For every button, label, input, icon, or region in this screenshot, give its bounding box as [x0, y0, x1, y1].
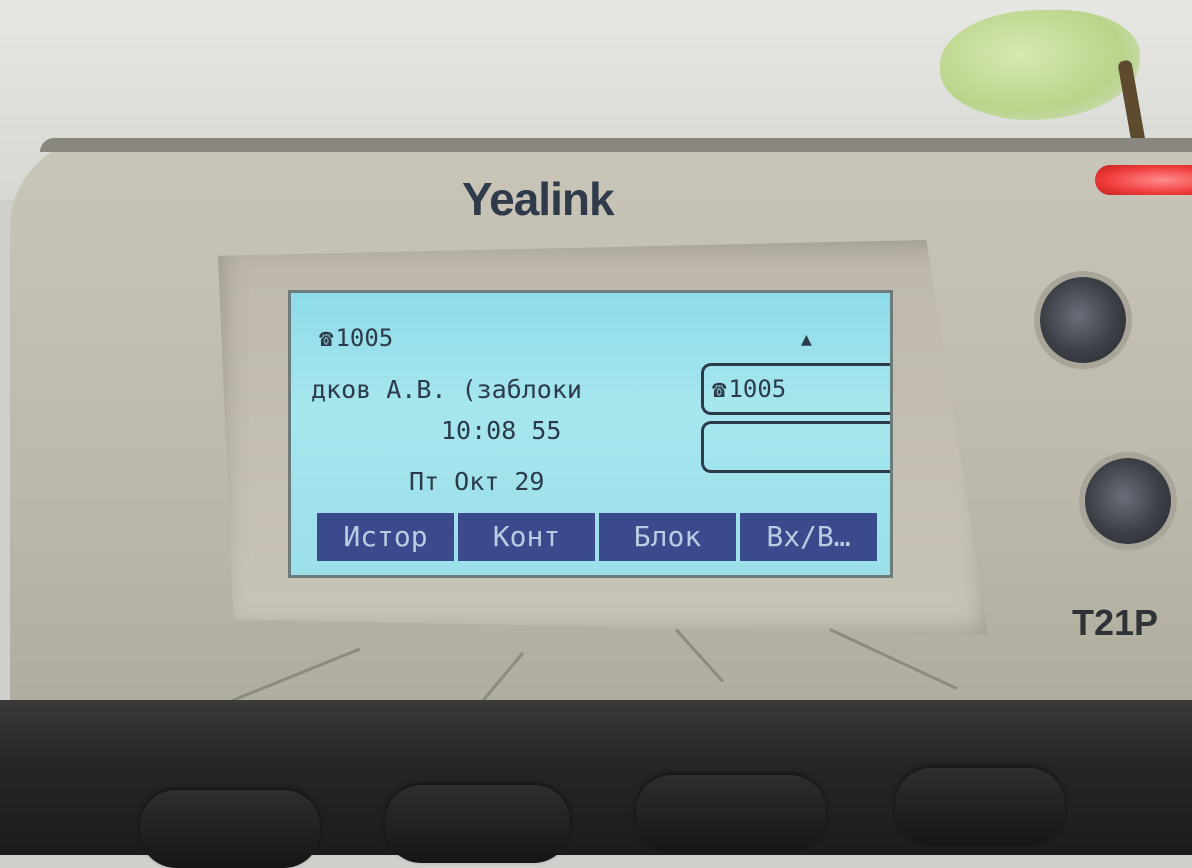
softkey-block[interactable]: Блок [599, 513, 736, 561]
softkey-2-button[interactable] [385, 785, 570, 863]
line-key-2-button[interactable] [1085, 458, 1171, 544]
clock-date: Пт Окт 29 [409, 467, 545, 496]
caller-name: дков А.В. (заблоки [311, 375, 582, 404]
softkey-3-button[interactable] [636, 775, 826, 853]
softkey-bar: Истор Конт Блок Вх/В… [317, 513, 877, 561]
phone-icon: ☎ [319, 324, 334, 352]
softkey-history[interactable]: Истор [317, 513, 454, 561]
softkey-in-out[interactable]: Вх/В… [740, 513, 877, 561]
phone-top-edge [40, 138, 1192, 152]
softkey-contacts[interactable]: Конт [458, 513, 595, 561]
brand-logo: Yealink [462, 173, 615, 225]
clock-time: 10:08 55 [441, 416, 562, 445]
model-label: T21P [1072, 602, 1159, 643]
line-key-1-button[interactable] [1040, 277, 1126, 363]
line-key-1-text: 1005 [728, 375, 787, 403]
softkey-1-button[interactable] [140, 790, 320, 868]
line-key-2-label[interactable] [701, 421, 890, 473]
account-number: 1005 [335, 324, 394, 352]
account-status: ☎1005 [319, 323, 519, 353]
lcd-screen: ☎1005 ▲ дков А.В. (заблоки 10:08 55 Пт О… [288, 290, 893, 578]
message-led [1095, 165, 1192, 195]
phone-icon: ☎ [712, 375, 727, 403]
line-key-1-label[interactable]: ☎1005 [701, 363, 890, 415]
warning-icon: ▲ [801, 329, 812, 350]
softkey-4-button[interactable] [895, 768, 1065, 846]
